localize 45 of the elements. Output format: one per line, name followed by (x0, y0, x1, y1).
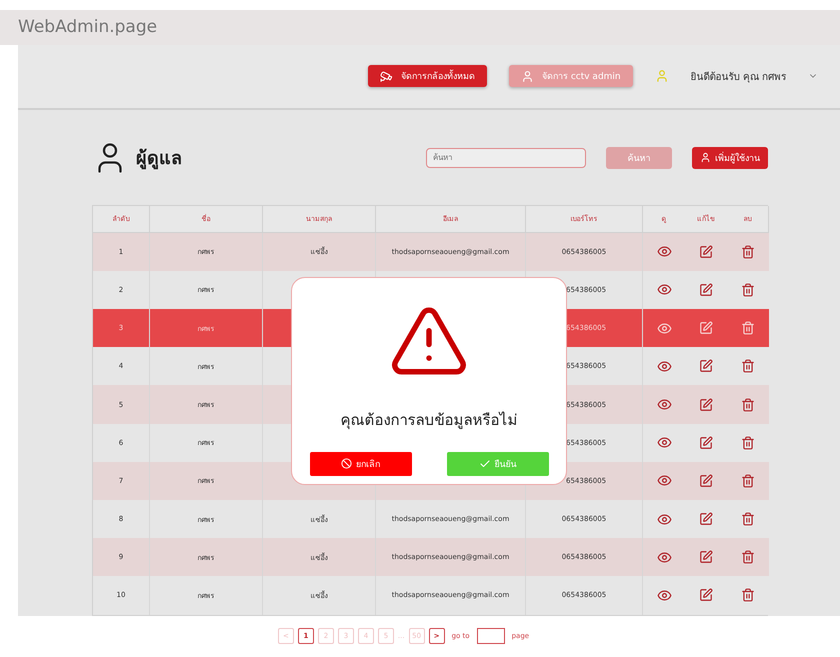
edit-icon[interactable] (699, 436, 713, 450)
edit-icon[interactable] (699, 359, 713, 374)
trash-icon[interactable] (741, 282, 755, 297)
trash-icon[interactable] (741, 398, 755, 412)
view-icon[interactable] (656, 435, 672, 450)
check-icon (478, 458, 490, 470)
confirm-button[interactable]: ยืนยัน (446, 452, 548, 476)
trash-icon[interactable] (741, 359, 755, 374)
view-icon[interactable] (656, 282, 672, 298)
view-icon[interactable] (656, 397, 672, 412)
edit-icon[interactable] (699, 282, 713, 297)
view-icon[interactable] (656, 320, 672, 336)
welcome-user[interactable]: ยินดีต้อนรับ คุณ กศพร (690, 68, 786, 84)
view-icon[interactable] (656, 550, 672, 565)
edit-icon[interactable] (699, 550, 713, 564)
edit-icon[interactable] (699, 244, 713, 259)
cancel-icon (341, 458, 352, 470)
page-input[interactable] (476, 628, 505, 644)
edit-icon[interactable] (699, 512, 713, 526)
camera-icon (380, 70, 393, 83)
user-icon (520, 70, 534, 83)
trash-icon[interactable] (741, 512, 755, 526)
trash-icon[interactable] (741, 588, 755, 602)
view-icon[interactable] (656, 512, 672, 527)
trash-icon[interactable] (741, 244, 755, 259)
search-field[interactable]: ค้นหา (426, 148, 586, 168)
edit-icon[interactable] (699, 474, 713, 488)
trash-icon[interactable] (741, 436, 755, 450)
cancel-button[interactable]: ยกเลิก (310, 452, 412, 476)
dialog-message: คุณต้องการลบข้อมูลหรือไม่ (340, 410, 518, 432)
page-title: ผู้ดูแล (136, 147, 183, 172)
trash-icon[interactable] (741, 474, 755, 488)
user-icon (654, 69, 669, 84)
trash-icon[interactable] (741, 321, 755, 336)
nav-button[interactable]: จัดการกล้องทั้งหมด (368, 65, 487, 88)
view-icon[interactable] (656, 473, 672, 488)
user-icon (700, 152, 711, 164)
view-icon[interactable] (656, 358, 672, 374)
view-icon[interactable] (656, 588, 672, 603)
edit-icon[interactable] (699, 398, 713, 412)
add-user-button[interactable]: เพิ่มผู้ใช้งาน (692, 146, 768, 169)
edit-icon[interactable] (699, 588, 713, 602)
trash-icon[interactable] (741, 550, 755, 564)
window-title: WebAdmin.page (18, 17, 158, 38)
view-icon[interactable] (656, 244, 672, 260)
